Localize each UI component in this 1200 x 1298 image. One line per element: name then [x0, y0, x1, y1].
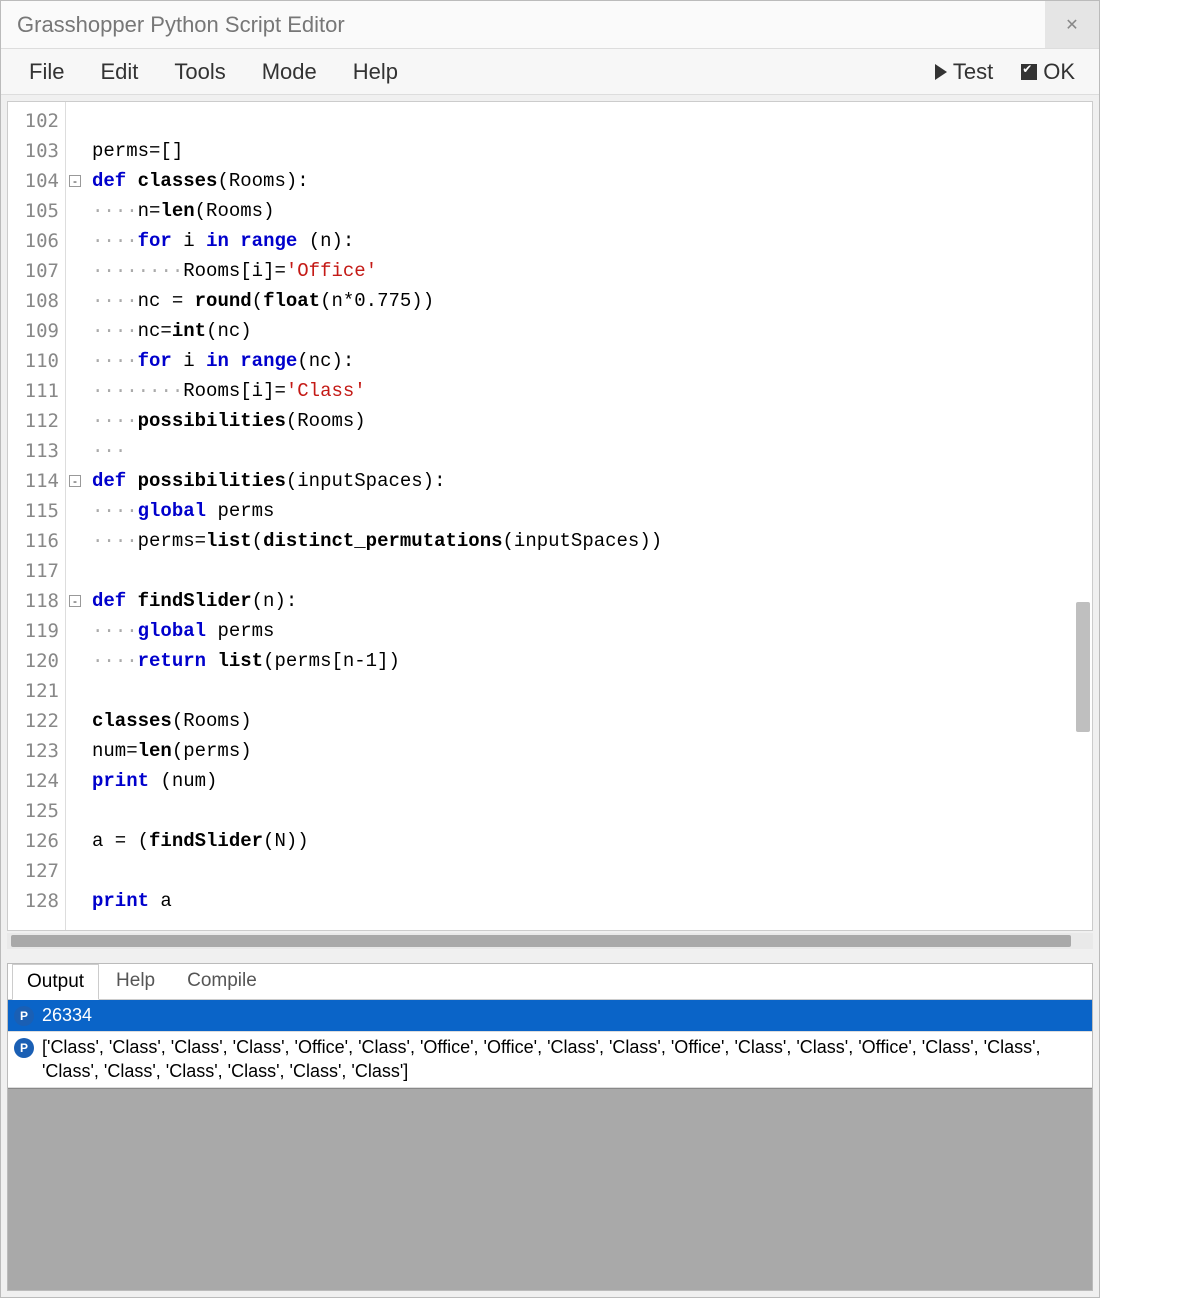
fold-toggle[interactable]: - [69, 475, 81, 487]
editor-area: 1021031041051061071081091101111121131141… [1, 95, 1099, 1297]
code-line[interactable]: ····return list(perms[n-1]) [92, 646, 1092, 676]
line-number: 121 [8, 676, 65, 706]
line-number: 126 [8, 826, 65, 856]
line-number: 107 [8, 256, 65, 286]
code-line[interactable]: ········Rooms[i]='Class' [92, 376, 1092, 406]
code-line[interactable]: perms=[] [92, 136, 1092, 166]
line-number-gutter: 1021031041051061071081091101111121131141… [8, 102, 66, 930]
code-line[interactable] [92, 556, 1092, 586]
menu-tools[interactable]: Tools [156, 55, 243, 89]
output-panel: Output Help Compile P 26334 P ['Class', … [7, 963, 1093, 1291]
line-number: 111 [8, 376, 65, 406]
code-line[interactable]: ····n=len(Rooms) [92, 196, 1092, 226]
code-line[interactable]: def classes(Rooms): [92, 166, 1092, 196]
test-label: Test [953, 59, 993, 85]
ok-button[interactable]: OK [1007, 55, 1089, 89]
line-number: 120 [8, 646, 65, 676]
line-number: 128 [8, 886, 65, 916]
code-line[interactable]: ····global perms [92, 616, 1092, 646]
tab-help[interactable]: Help [101, 963, 170, 999]
info-icon: P [14, 1006, 34, 1026]
code-line[interactable]: ····for i in range (n): [92, 226, 1092, 256]
code-line[interactable]: print a [92, 886, 1092, 916]
line-number: 102 [8, 106, 65, 136]
line-number: 117 [8, 556, 65, 586]
code-line[interactable] [92, 796, 1092, 826]
close-icon: ✕ [1065, 15, 1078, 35]
info-icon: P [14, 1038, 34, 1058]
line-number: 119 [8, 616, 65, 646]
output-text: 26334 [42, 1004, 1086, 1027]
code-line[interactable]: ····nc=int(nc) [92, 316, 1092, 346]
line-number: 109 [8, 316, 65, 346]
test-button[interactable]: Test [921, 55, 1007, 89]
code-editor[interactable]: 1021031041051061071081091101111121131141… [7, 101, 1093, 931]
check-icon [1021, 64, 1037, 80]
vertical-scrollbar[interactable] [1076, 602, 1090, 732]
tab-output[interactable]: Output [12, 964, 99, 1000]
line-number: 113 [8, 436, 65, 466]
code-line[interactable]: ····global perms [92, 496, 1092, 526]
code-line[interactable]: ····for i in range(nc): [92, 346, 1092, 376]
line-number: 104 [8, 166, 65, 196]
window-title: Grasshopper Python Script Editor [17, 12, 345, 38]
play-icon [935, 64, 947, 80]
fold-column: - - - [66, 102, 84, 930]
line-number: 105 [8, 196, 65, 226]
code-line[interactable]: a = (findSlider(N)) [92, 826, 1092, 856]
line-number: 127 [8, 856, 65, 886]
menu-file[interactable]: File [11, 55, 82, 89]
horizontal-scrollbar[interactable] [7, 933, 1093, 949]
code-line[interactable]: ····nc = round(float(n*0.775)) [92, 286, 1092, 316]
code-line[interactable] [92, 676, 1092, 706]
fold-toggle[interactable]: - [69, 595, 81, 607]
window: Grasshopper Python Script Editor ✕ File … [0, 0, 1100, 1298]
line-number: 124 [8, 766, 65, 796]
code-line[interactable]: def findSlider(n): [92, 586, 1092, 616]
fold-toggle[interactable]: - [69, 175, 81, 187]
output-body: P 26334 P ['Class', 'Class', 'Class', 'C… [8, 1000, 1092, 1290]
menu-items: File Edit Tools Mode Help [11, 55, 416, 89]
line-number: 108 [8, 286, 65, 316]
output-tabs: Output Help Compile [8, 964, 1092, 1000]
code-line[interactable]: ····possibilities(Rooms) [92, 406, 1092, 436]
close-button[interactable]: ✕ [1045, 1, 1099, 48]
output-list: P 26334 P ['Class', 'Class', 'Class', 'C… [8, 1000, 1092, 1089]
menu-edit[interactable]: Edit [82, 55, 156, 89]
code-line[interactable] [92, 106, 1092, 136]
line-number: 122 [8, 706, 65, 736]
line-number: 103 [8, 136, 65, 166]
code-body[interactable]: perms=[]def classes(Rooms):····n=len(Roo… [84, 102, 1092, 930]
titlebar: Grasshopper Python Script Editor ✕ [1, 1, 1099, 49]
tab-compile[interactable]: Compile [172, 963, 272, 999]
menubar: File Edit Tools Mode Help Test OK [1, 49, 1099, 95]
line-number: 106 [8, 226, 65, 256]
line-number: 118 [8, 586, 65, 616]
line-number: 116 [8, 526, 65, 556]
line-number: 114 [8, 466, 65, 496]
code-line[interactable]: print (num) [92, 766, 1092, 796]
output-text: ['Class', 'Class', 'Class', 'Class', 'Of… [42, 1036, 1086, 1083]
line-number: 110 [8, 346, 65, 376]
scroll-thumb[interactable] [11, 935, 1071, 947]
line-number: 112 [8, 406, 65, 436]
code-line[interactable]: ········Rooms[i]='Office' [92, 256, 1092, 286]
code-line[interactable]: num=len(perms) [92, 736, 1092, 766]
ok-label: OK [1043, 59, 1075, 85]
line-number: 123 [8, 736, 65, 766]
menu-mode[interactable]: Mode [244, 55, 335, 89]
code-line[interactable] [92, 856, 1092, 886]
line-number: 115 [8, 496, 65, 526]
code-line[interactable]: def possibilities(inputSpaces): [92, 466, 1092, 496]
output-row[interactable]: P 26334 [8, 1000, 1092, 1032]
code-line[interactable]: classes(Rooms) [92, 706, 1092, 736]
code-line[interactable]: ··· [92, 436, 1092, 466]
code-line[interactable]: ····perms=list(distinct_permutations(inp… [92, 526, 1092, 556]
menu-help[interactable]: Help [335, 55, 416, 89]
line-number: 125 [8, 796, 65, 826]
output-row[interactable]: P ['Class', 'Class', 'Class', 'Class', '… [8, 1032, 1092, 1088]
